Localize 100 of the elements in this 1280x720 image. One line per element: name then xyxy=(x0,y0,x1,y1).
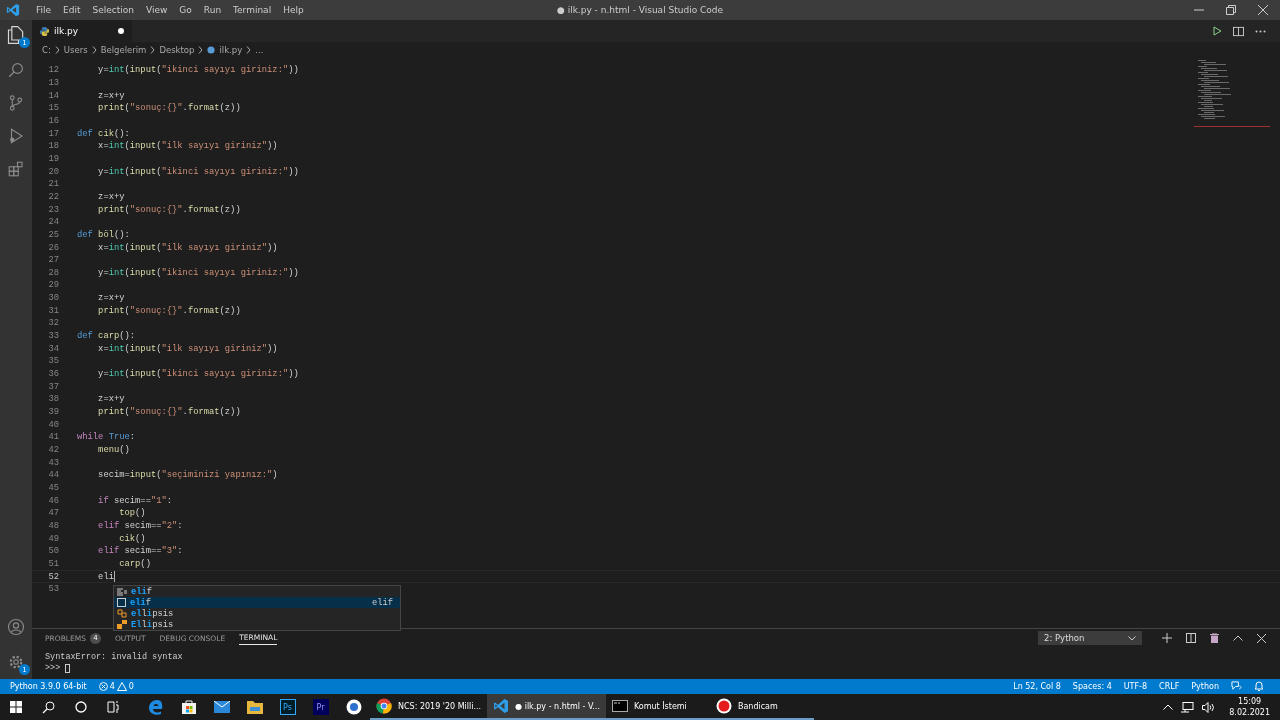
line-number: 29 xyxy=(47,280,59,291)
unsaved-dot-icon[interactable] xyxy=(118,28,124,34)
menu-item[interactable]: View xyxy=(140,5,174,15)
status-item[interactable]: CRLF xyxy=(1159,682,1180,691)
line-number: 50 xyxy=(47,546,59,557)
editor-tab[interactable]: ilk.py xyxy=(32,20,132,42)
breadcrumb-item[interactable]: Users xyxy=(63,45,88,55)
suggestion-item[interactable]: elif xyxy=(114,586,400,597)
line-number: 46 xyxy=(47,495,59,506)
interpreter-status[interactable]: Python 3.9.0 64-bit xyxy=(10,682,87,691)
breadcrumb-item[interactable]: C: xyxy=(42,45,51,55)
menu-item[interactable]: File xyxy=(30,5,58,15)
run-debug-icon[interactable] xyxy=(7,127,25,145)
more-actions-icon[interactable] xyxy=(1255,29,1266,33)
line-number: 47 xyxy=(47,508,59,519)
menu-item[interactable]: Help xyxy=(277,5,310,15)
line-number: 21 xyxy=(47,179,59,190)
source-control-icon[interactable] xyxy=(7,94,25,112)
close-icon[interactable] xyxy=(1258,5,1268,15)
chevron-right-icon xyxy=(91,46,97,54)
taskbar-button[interactable]: Ps xyxy=(271,694,304,720)
run-icon[interactable] xyxy=(1212,26,1222,36)
code-line: eli xyxy=(97,571,114,582)
menu-item[interactable]: Selection xyxy=(86,5,140,15)
taskbar-button[interactable]: Pr xyxy=(304,694,337,720)
line-number: 17 xyxy=(47,128,59,139)
search-icon[interactable] xyxy=(42,700,55,714)
line-number: 23 xyxy=(47,204,59,215)
code-line: z=x+y xyxy=(97,394,125,405)
menu-item[interactable]: Terminal xyxy=(227,5,278,15)
taskbar-button[interactable]: Bandicam xyxy=(709,694,814,720)
trash-icon[interactable] xyxy=(1210,633,1219,643)
taskbar-button[interactable]: Komut İstemi xyxy=(605,694,710,720)
python-file-icon xyxy=(207,46,216,54)
code-line: def böl(): xyxy=(77,229,130,240)
code-line: if secim=="1": xyxy=(97,495,173,506)
taskbar-button[interactable]: ● ilk.py - n.html - V... xyxy=(487,694,606,720)
code-line: elif secim=="3": xyxy=(97,546,183,557)
restore-icon[interactable] xyxy=(1226,5,1236,15)
line-number: 32 xyxy=(47,318,59,329)
line-number: 19 xyxy=(47,153,59,164)
clock-date[interactable]: 8.02.2021 xyxy=(1229,707,1270,718)
breadcrumb-item[interactable]: ilk.py xyxy=(219,45,243,55)
volume-icon[interactable] xyxy=(1202,701,1216,713)
line-number: 42 xyxy=(47,445,59,455)
browser-e-icon xyxy=(147,699,164,715)
add-icon[interactable] xyxy=(1162,633,1172,643)
suggestion-item[interactable]: ellipsis xyxy=(114,608,400,619)
network-icon[interactable] xyxy=(1181,701,1195,713)
code-line: x=int(input("ilk sayıyı giriniz")) xyxy=(97,242,278,253)
status-item[interactable]: Ln 52, Col 8 xyxy=(1013,682,1061,691)
code-editor-icon xyxy=(493,698,510,714)
line-number: 20 xyxy=(47,166,59,177)
code-line: z=x+y xyxy=(97,191,125,202)
suggestion-item[interactable]: elif elif xyxy=(114,597,400,608)
line-number: 52 xyxy=(47,571,59,582)
status-item[interactable]: UTF-8 xyxy=(1123,682,1148,691)
clock-time[interactable]: 15:09 xyxy=(1238,696,1262,707)
breadcrumb-item[interactable]: Desktop xyxy=(159,45,195,55)
status-item[interactable]: Spaces: 4 xyxy=(1072,682,1112,691)
app-icon: Pr xyxy=(312,699,329,715)
breadcrumb-item[interactable]: ... xyxy=(255,45,264,55)
menu-item[interactable]: Edit xyxy=(57,5,87,15)
windows-start-icon[interactable] xyxy=(10,701,22,713)
breadcrumb-item[interactable]: Belgelerim xyxy=(100,45,147,55)
terminal-line: >>> xyxy=(45,663,61,674)
menu-item[interactable]: Run xyxy=(197,5,228,15)
terminal-icon xyxy=(611,700,628,712)
vscode-logo-icon xyxy=(6,3,20,17)
line-number: 22 xyxy=(47,191,59,202)
terminal-dropdown[interactable]: 2: Python xyxy=(1038,631,1142,645)
status-item[interactable]: Python xyxy=(1191,682,1219,691)
feedback-icon[interactable] xyxy=(1231,681,1242,692)
problems-status[interactable]: 4 0 xyxy=(98,682,134,691)
extensions-icon[interactable] xyxy=(7,160,25,178)
line-number: 40 xyxy=(47,419,59,430)
line-number: 51 xyxy=(47,558,59,569)
variable-icon xyxy=(117,609,127,618)
chevron-up-icon[interactable] xyxy=(1233,635,1243,641)
close-icon[interactable] xyxy=(1257,633,1266,643)
line-number: 36 xyxy=(47,369,59,380)
line-number: 31 xyxy=(47,305,59,316)
terminal-cursor xyxy=(65,663,71,673)
split-editor-icon[interactable] xyxy=(1233,25,1244,37)
circle-icon[interactable] xyxy=(75,701,87,713)
menu-item[interactable]: Go xyxy=(173,5,198,15)
split-terminal-icon[interactable] xyxy=(1186,633,1196,643)
text-cursor xyxy=(113,571,115,583)
line-number: 33 xyxy=(47,331,59,342)
suggestion-item[interactable]: Ellipsis xyxy=(114,619,400,630)
bell-icon[interactable] xyxy=(1254,681,1264,692)
folder-icon xyxy=(246,700,263,714)
code-line: y=int(input("ikinci sayıyı giriniz:")) xyxy=(97,65,299,76)
code-line: while True: xyxy=(77,432,136,443)
code-line: secim=input("seçiminizi yapınız:") xyxy=(97,470,278,481)
task-view-icon[interactable] xyxy=(107,701,119,713)
code-line: elif secim=="2": xyxy=(97,520,183,531)
line-number: 24 xyxy=(47,217,59,228)
account-icon[interactable] xyxy=(7,618,25,636)
line-number: 35 xyxy=(47,356,59,367)
